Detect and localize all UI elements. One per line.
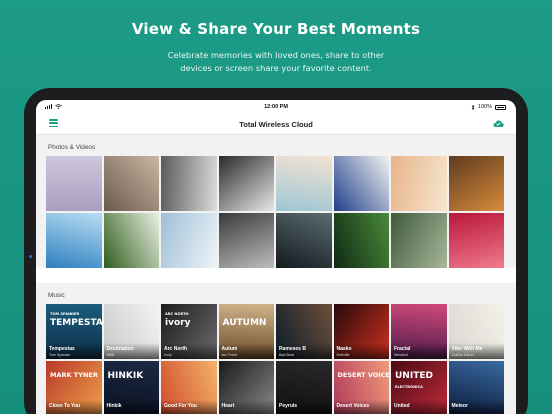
music-section-label: Music: [48, 292, 65, 299]
album-artist: Mendeni: [394, 353, 408, 357]
promo-title: View & Share Your Best Moments: [131, 20, 421, 38]
album-art-text: UNITED: [395, 371, 433, 381]
album-vibe-with-me[interactable]: Vibe With Me Joakim Karud: [448, 304, 504, 359]
album-nasko[interactable]: Nasko Definitie: [333, 304, 389, 359]
album-meteor[interactable]: Meteor: [448, 361, 504, 414]
photo-tiger[interactable]: [448, 156, 504, 211]
album-title: United: [394, 403, 410, 409]
album-artist: Definitie: [336, 353, 350, 357]
album-title: Hinkik: [106, 403, 122, 409]
album-art-subtext: TOM SPANDER: [50, 312, 80, 316]
photo-dark-window[interactable]: [276, 213, 332, 268]
album-rameses-b[interactable]: Rameses B Bad Beat: [276, 304, 332, 359]
photos-section: Photos & Videos: [36, 135, 516, 268]
album-art-text: DESERT VOICES: [337, 371, 390, 379]
album-artist: Ivory: [164, 353, 172, 357]
album-art-subtext: ELECTRONICA: [395, 385, 423, 389]
album-destination[interactable]: Destination MBB: [103, 304, 159, 359]
album-tempestas[interactable]: TEMPESTAS TOM SPANDER TempestasTom Spander: [46, 304, 102, 359]
cloud-sync-icon[interactable]: [493, 120, 504, 127]
photos-section-label: Photos & Videos: [48, 144, 96, 151]
bluetooth-icon: [471, 104, 475, 110]
section-divider: [36, 268, 516, 283]
album-title: Destination: [106, 346, 134, 352]
album-artist: Tom Spander: [49, 353, 71, 357]
promo-subtitle-line2: devices or screen share your favorite co…: [180, 62, 372, 73]
album-art-subtext: ARC NORTH: [165, 312, 189, 316]
album-peyruis[interactable]: Peyruis: [276, 361, 332, 414]
photo-ocean-cliffs[interactable]: [46, 213, 102, 268]
album-title: Arc North: [164, 346, 188, 352]
album-art-text: TEMPESTAS: [50, 318, 102, 328]
album-arc-north[interactable]: ivory ARC NORTH Arc North Ivory: [161, 304, 217, 359]
photo-city-street[interactable]: [218, 213, 274, 268]
album-fractal[interactable]: Fractal Mendeni: [391, 304, 447, 359]
music-section: Music TEMPESTAS TOM SPANDER TempestasTom S…: [36, 283, 516, 414]
album-title: Rameses B: [279, 346, 306, 352]
album-title: Close To You: [49, 403, 81, 409]
battery-percent: 100%: [477, 104, 492, 110]
photo-lavender-field[interactable]: [46, 156, 102, 211]
album-title: Nasko: [336, 346, 352, 352]
status-bar: 12:00 PM 100%: [36, 100, 516, 113]
album-artist: MBB: [106, 353, 115, 357]
photo-grid: [36, 156, 516, 268]
photo-white-flower[interactable]: [103, 213, 159, 268]
photo-sunset-pier[interactable]: [391, 156, 447, 211]
battery-icon: [495, 104, 506, 110]
album-art-text: ivory: [165, 318, 191, 328]
album-artist: Joakim Karud: [451, 353, 474, 357]
album-title: Fractal: [394, 346, 411, 352]
album-title: Desert Voices: [336, 403, 370, 409]
album-hinkik[interactable]: HINKIK Hinkik: [103, 361, 159, 414]
album-title: Meteor: [451, 403, 468, 409]
photo-green-plants[interactable]: [333, 213, 389, 268]
promo-subtitle: Celebrate memories with loved ones, shar…: [136, 49, 416, 74]
album-good-for-you[interactable]: Good For You: [161, 361, 217, 414]
album-art-text: MARK TYNER: [50, 371, 98, 379]
album-title: Vibe With Me: [451, 346, 483, 352]
album-title: Autum: [221, 346, 238, 352]
album-art-text: HINKIK: [107, 371, 144, 381]
photo-street-shoppers[interactable]: [103, 156, 159, 211]
photo-beach-walk[interactable]: [276, 156, 332, 211]
photo-white-alpaca[interactable]: [161, 156, 217, 211]
photo-blue-pattern[interactable]: [333, 156, 389, 211]
promo-subtitle-line1: Celebrate memories with loved ones, shar…: [167, 50, 385, 60]
nav-bar: Total Wireless Cloud: [36, 113, 516, 135]
music-grid: TEMPESTAS TOM SPANDER TempestasTom Spander…: [36, 304, 516, 414]
photo-silhouette-tree[interactable]: [218, 156, 274, 211]
album-title: Peyruis: [279, 403, 298, 409]
album-title: Good For You: [164, 403, 197, 409]
album-title: Heart: [221, 403, 235, 409]
album-desert-voices[interactable]: DESERT VOICES Desert Voices: [333, 361, 390, 414]
app-screen: 12:00 PM 100% Total Wireless Cloud Photo…: [36, 100, 516, 414]
photo-white-heron[interactable]: [391, 213, 447, 268]
album-art-text: AUTUMN: [222, 318, 267, 328]
status-right: 100%: [471, 104, 506, 110]
front-camera: [29, 255, 32, 258]
album-artist: Ian Ferrer: [221, 353, 238, 357]
album-autum[interactable]: AUTUMN Autum Ian Ferrer: [218, 304, 274, 359]
album-artist: Bad Beat: [279, 353, 294, 357]
album-close-to-you[interactable]: MARK TYNER Close To You: [46, 361, 102, 414]
status-time: 12:00 PM: [264, 104, 288, 110]
album-united[interactable]: UNITED ELECTRONICA United: [391, 361, 447, 414]
album-title: Tempestas: [49, 346, 75, 352]
photo-pink-flower[interactable]: [448, 213, 504, 268]
nav-title: Total Wireless Cloud: [239, 120, 313, 129]
photo-glass-building[interactable]: [161, 213, 217, 268]
album-heart[interactable]: Heart: [218, 361, 274, 414]
